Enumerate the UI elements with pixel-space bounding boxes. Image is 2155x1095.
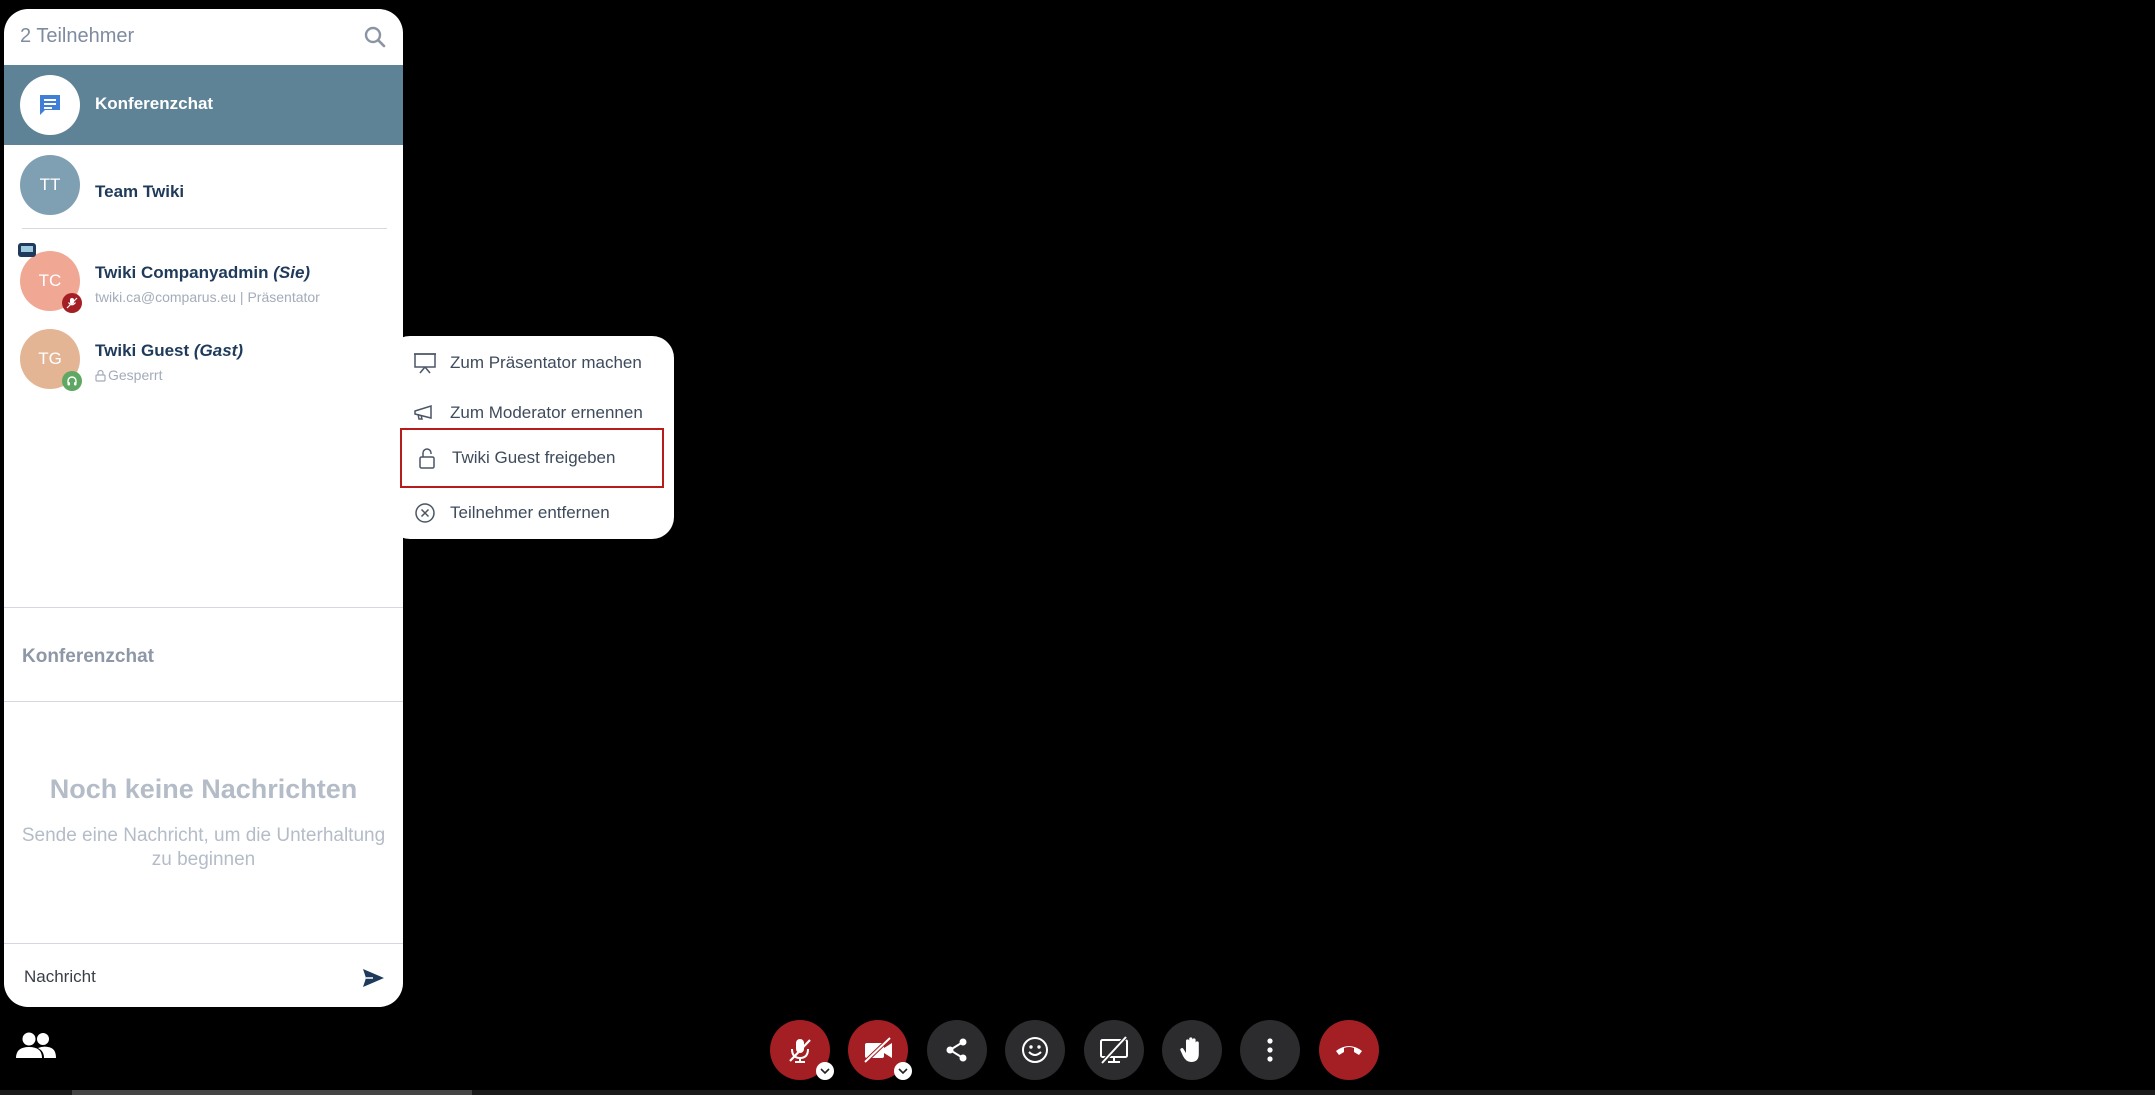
participant-subtitle: Gesperrt — [95, 367, 162, 383]
menu-item-label: Zum Moderator ernennen — [450, 403, 643, 422]
chat-bubble-icon — [40, 95, 60, 115]
hang-up-button[interactable] — [1319, 1020, 1379, 1080]
divider — [4, 943, 403, 944]
team-item[interactable]: TT Team Twiki — [4, 145, 403, 225]
participant-context-menu: Zum Präsentator machen Zum Moderator ern… — [388, 336, 674, 539]
more-options-icon — [1267, 1038, 1273, 1062]
participant-tag: (Sie) — [273, 263, 311, 282]
people-icon — [16, 1032, 56, 1058]
conference-chat-item[interactable]: Konferenzchat — [4, 65, 403, 145]
search-icon — [364, 26, 386, 48]
avatar: TT — [20, 155, 80, 215]
participant-name: Twiki Companyadmin (Sie) — [95, 263, 310, 283]
participants-count-title: 2 Teilnehmer — [20, 25, 135, 47]
participant-subtitle: twiki.ca@comparus.eu | Präsentator — [95, 289, 320, 305]
microphone-muted-icon — [789, 1039, 811, 1063]
participant-name-text: Twiki Companyadmin — [95, 263, 269, 282]
screen-share-off-icon — [1100, 1035, 1128, 1065]
call-toolbar — [770, 1020, 1380, 1080]
menu-item-label: Zum Präsentator machen — [450, 353, 642, 372]
share-icon — [946, 1038, 967, 1062]
raise-hand-button[interactable] — [1162, 1020, 1222, 1080]
locked-status: Gesperrt — [108, 367, 163, 383]
message-input[interactable] — [22, 962, 342, 992]
team-name: Team Twiki — [95, 182, 185, 201]
chevron-down-icon — [820, 1068, 830, 1075]
participant-name: Twiki Guest (Gast) — [95, 341, 243, 361]
chevron-down-icon — [898, 1068, 908, 1075]
presentation-icon — [410, 351, 440, 375]
participant-name-text: Twiki Guest — [95, 341, 190, 360]
menu-item-make-presenter[interactable]: Zum Präsentator machen — [400, 338, 664, 388]
screen-share-button[interactable] — [1084, 1020, 1144, 1080]
divider — [4, 701, 403, 702]
empty-chat-title: Noch keine Nachrichten — [49, 774, 358, 804]
participants-panel: 2 Teilnehmer Konferenzchat TT Team Twiki… — [4, 9, 403, 1007]
camera-off-icon — [863, 1036, 892, 1064]
hang-up-icon — [1336, 1046, 1362, 1055]
microphone-options-button[interactable] — [816, 1062, 834, 1080]
emoji-icon — [1022, 1037, 1048, 1063]
share-button[interactable] — [927, 1020, 987, 1080]
participant-item[interactable]: TC Twiki Companyadmin (Sie) twiki.ca@com… — [4, 241, 403, 319]
microphone-button[interactable] — [770, 1020, 834, 1080]
chat-section-title: Konferenzchat — [22, 646, 154, 667]
menu-item-remove-participant[interactable]: Teilnehmer entfernen — [400, 488, 664, 538]
conference-chat-label: Konferenzchat — [95, 94, 214, 113]
empty-chat-subtitle: Sende eine Nachricht, um die Unterhaltun… — [21, 825, 386, 870]
panel-header: 2 Teilnehmer — [4, 9, 403, 65]
raise-hand-icon — [1180, 1037, 1199, 1062]
remove-circle-icon — [410, 501, 440, 525]
divider — [4, 607, 403, 608]
more-options-button[interactable] — [1240, 1020, 1300, 1080]
send-button[interactable] — [359, 964, 387, 992]
megaphone-icon — [410, 401, 440, 425]
headphones-badge-icon — [62, 371, 82, 391]
menu-item-label: Twiki Guest freigeben — [452, 448, 616, 467]
participant-tag: (Gast) — [193, 341, 244, 360]
camera-button[interactable] — [848, 1020, 912, 1080]
send-icon — [363, 969, 384, 987]
participants-toggle-button[interactable] — [14, 1030, 58, 1062]
search-button[interactable] — [361, 23, 389, 51]
divider — [22, 228, 387, 229]
menu-item-label: Teilnehmer entfernen — [450, 503, 610, 522]
mic-muted-badge-icon — [62, 293, 82, 313]
unlock-icon — [412, 446, 442, 470]
presenter-icon — [18, 243, 36, 257]
reactions-button[interactable] — [1005, 1020, 1065, 1080]
camera-options-button[interactable] — [894, 1062, 912, 1080]
lock-icon — [95, 369, 106, 382]
participant-item[interactable]: TG Twiki Guest (Gast) Gesperrt — [4, 319, 403, 397]
bottom-scrollbar[interactable] — [72, 1090, 472, 1095]
menu-item-unlock-guest[interactable]: Twiki Guest freigeben — [400, 428, 664, 488]
chat-avatar — [20, 75, 80, 135]
